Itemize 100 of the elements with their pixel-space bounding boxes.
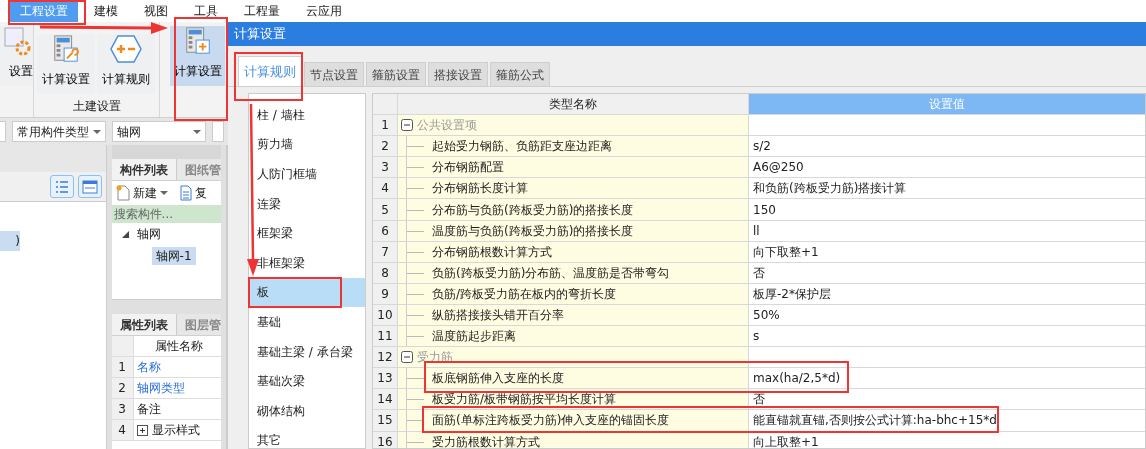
menu-item[interactable]: 建模 (84, 0, 128, 22)
dropdown[interactable]: 轴网 (112, 121, 207, 142)
toolbar-button[interactable]: 复 (177, 184, 207, 202)
row-number: 2 (111, 378, 134, 398)
row-number: 13 (373, 368, 398, 389)
column-header: 类型名称 (398, 94, 749, 115)
dialog-title: 计算设置 (228, 22, 1146, 46)
setting-value[interactable]: 向上取整+1 (753, 432, 819, 448)
setting-value[interactable]: 向下取整+1 (753, 242, 819, 261)
row-number: 11 (373, 326, 398, 347)
category-item[interactable]: 框架梁 (249, 218, 365, 248)
category-item[interactable]: 基础 (249, 307, 365, 337)
setting-name: 起始受力钢筋、负筋距支座边距离 (432, 138, 612, 156)
ribbon-button[interactable]: 计算规则 (97, 34, 155, 94)
row-number: 7 (373, 241, 398, 262)
category-item[interactable]: 非框架梁 (249, 247, 365, 278)
setting-name: 分布钢筋长度计算 (432, 180, 528, 198)
setting-name: 温度筋与负筋(跨板受力筋)的搭接长度 (432, 222, 634, 240)
menu-item[interactable]: 工具 (184, 0, 228, 22)
row-number: 14 (373, 389, 398, 410)
search-field[interactable]: 搜索构件... (111, 205, 222, 223)
window-icon (81, 179, 98, 194)
dropdown[interactable] (212, 121, 224, 142)
setting-value[interactable]: 否 (753, 263, 765, 282)
row-number: 4 (373, 178, 398, 199)
row-number: 9 (373, 283, 398, 304)
menu-item[interactable]: 工程量 (234, 0, 290, 22)
setting-value[interactable]: ll (753, 221, 760, 240)
row-number: 15 (373, 410, 398, 431)
setting-name: 分布钢筋根数计算方式 (432, 243, 552, 261)
setting-name: 分布钢筋配置 (432, 159, 504, 177)
tab[interactable]: 搭接设置 (428, 62, 488, 86)
setting-value[interactable]: A6@250 (753, 158, 804, 177)
setting-name: 温度筋起步距离 (432, 328, 516, 346)
highlight-frame (234, 52, 303, 101)
tab[interactable]: 节点设置 (304, 62, 364, 86)
setting-name: 纵筋搭接接头错开百分率 (432, 307, 564, 324)
caret-icon (193, 128, 202, 135)
row-number: 6 (373, 220, 398, 241)
category-item[interactable]: 其它 (249, 425, 365, 449)
tree-item[interactable]: ) (0, 231, 20, 251)
category-item[interactable]: 板 (249, 277, 365, 308)
setting-name: 面筋(单标注跨板受力筋)伸入支座的锚固长度 (432, 412, 670, 430)
row-number: 8 (373, 262, 398, 283)
dropdown[interactable]: 常用构件类型 (12, 121, 107, 142)
property-name[interactable]: 轴网类型 (136, 379, 185, 397)
ribbon-button[interactable]: 计算设置 (37, 34, 95, 94)
list-icon (54, 179, 69, 194)
setting-value[interactable]: 否 (753, 390, 765, 409)
row-number: 4 (111, 420, 134, 440)
setting-name: 受力筋根数计算方式 (432, 433, 540, 448)
category-item[interactable]: 砌体结构 (249, 395, 365, 426)
setting-name: 负筋(跨板受力筋)分布筋、温度筋是否带弯勾 (432, 264, 670, 282)
row-number: 1 (373, 115, 398, 136)
column-header: 属性名称 (153, 338, 204, 355)
toolbar-button[interactable]: 新建 (115, 184, 168, 202)
list-view-button[interactable] (49, 175, 74, 198)
new-document-icon (115, 185, 130, 201)
tab[interactable]: 箍筋设置 (366, 62, 426, 86)
setting-value[interactable]: 板厚-2*保护层 (753, 284, 831, 303)
row-number: 3 (373, 157, 398, 178)
tree-item[interactable]: 轴网-1 (151, 247, 196, 265)
setting-name: 负筋/跨板受力筋在板内的弯折长度 (432, 285, 617, 303)
setting-value[interactable]: 50% (753, 306, 780, 324)
category-item[interactable]: 连梁 (249, 188, 365, 219)
setting-value[interactable]: 能直锚就直锚,否则按公式计算:ha-bhc+15*d (753, 411, 997, 430)
menu-item[interactable]: 云应用 (296, 0, 352, 22)
category-item[interactable]: 人防门框墙 (249, 159, 365, 189)
row-number: 5 (373, 199, 398, 220)
menu-item[interactable]: 视图 (134, 0, 178, 22)
gear-icon (3, 26, 33, 56)
setting-name: 分布筋与负筋(跨板受力筋)的搭接长度 (432, 201, 634, 219)
setting-name: 板底钢筋伸入支座的长度 (432, 370, 564, 388)
caret-icon (93, 128, 102, 135)
column-header: 设置值 (749, 94, 1145, 115)
hexagon-plus-minus-icon (109, 34, 143, 64)
tab[interactable]: 计算规则 (238, 56, 302, 86)
group-name: 公共设置项 (417, 117, 477, 135)
category-item[interactable]: 基础主梁 / 承台梁 (249, 336, 365, 367)
ribbon-button[interactable]: 设置 (0, 26, 33, 86)
row-number: 3 (111, 399, 134, 419)
group-label: 土建设置 (71, 98, 122, 115)
form-view-button[interactable] (77, 175, 102, 198)
row-number: 12 (373, 347, 398, 368)
setting-value[interactable]: s/2 (753, 137, 771, 156)
property-name[interactable]: 名称 (136, 358, 161, 376)
row-number: 10 (373, 304, 398, 326)
setting-value[interactable]: s (753, 327, 760, 346)
setting-value[interactable]: max(ha/2,5*d) (753, 369, 841, 388)
panel-tab[interactable]: 属性列表 (111, 314, 177, 335)
tab[interactable]: 箍筋公式 (490, 62, 550, 86)
property-name: 显示样式 (151, 422, 200, 439)
category-item[interactable]: 剪力墙 (249, 129, 365, 160)
setting-value[interactable]: 150 (753, 200, 776, 219)
tree-item[interactable]: 轴网 (132, 225, 165, 243)
row-number: 1 (111, 357, 134, 377)
panel-tab[interactable]: 构件列表 (111, 159, 177, 180)
setting-value[interactable]: 和负筋(跨板受力筋)搭接计算 (753, 179, 907, 198)
category-item[interactable]: 基础次梁 (249, 366, 365, 396)
category-item[interactable]: 柱 / 墙柱 (249, 100, 365, 130)
